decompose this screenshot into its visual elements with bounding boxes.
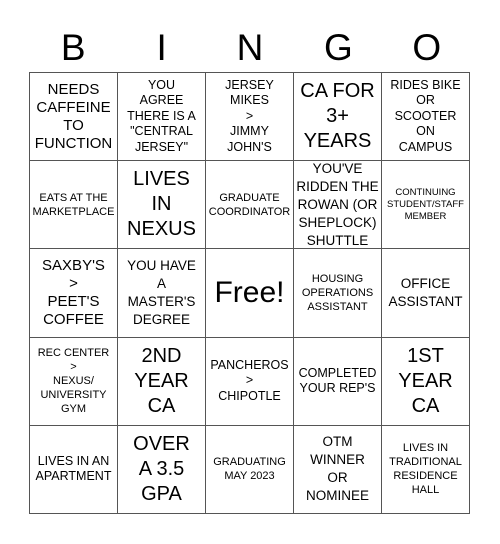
bingo-cell-label: LIVES IN TRADITIONAL RESIDENCE HALL	[389, 442, 462, 497]
bingo-cell-label: REC CENTER > NEXUS/ UNIVERSITY GYM	[37, 347, 110, 416]
bingo-cell-label: COMPLETED YOUR REP'S	[298, 365, 377, 396]
bingo-cell[interactable]: OTM WINNER OR NOMINEE	[294, 425, 382, 514]
bingo-cell[interactable]: OVER A 3.5 GPA	[118, 425, 206, 514]
bingo-cell-label: YOU'VE RIDDEN THE ROWAN (OR SHEPLOCK) SH…	[296, 161, 379, 248]
bingo-cell-label: YOU AGREE THERE IS A "CENTRAL JERSEY"	[127, 77, 196, 154]
bingo-header: B I N G O	[29, 26, 471, 70]
bingo-cell[interactable]: HOUSING OPERATIONS ASSISTANT	[294, 249, 382, 338]
bingo-cell-label: NEEDS CAFFEINE TO FUNCTION	[34, 80, 113, 152]
bingo-cell-label: EATS AT THE MARKETPLACE	[32, 191, 115, 218]
bingo-cell[interactable]: EATS AT THE MARKETPLACE	[30, 161, 118, 250]
bingo-cell-label: CONTINUING STUDENT/STAFF MEMBER	[387, 186, 464, 222]
bingo-cell[interactable]: GRADUATING MAY 2023	[206, 425, 294, 514]
bingo-cell[interactable]: YOU HAVE A MASTER'S DEGREE	[118, 249, 206, 338]
bingo-cell-label: YOU HAVE A MASTER'S DEGREE	[127, 257, 196, 327]
bingo-cell[interactable]: COMPLETED YOUR REP'S	[294, 337, 382, 426]
bingo-cell[interactable]: CONTINUING STUDENT/STAFF MEMBER	[382, 161, 470, 250]
bingo-cell-label: Free!	[214, 275, 285, 309]
bingo-cell[interactable]: LIVES IN AN APARTMENT	[30, 425, 118, 514]
bingo-cell-label: LIVES IN NEXUS	[127, 168, 196, 241]
free-space-cell[interactable]: Free!	[206, 249, 294, 338]
bingo-cell-label: OFFICE ASSISTANT	[388, 275, 463, 309]
bingo-cell[interactable]: LIVES IN NEXUS	[118, 161, 206, 250]
bingo-cell[interactable]: NEEDS CAFFEINE TO FUNCTION	[30, 73, 118, 162]
bingo-cell[interactable]: RIDES BIKE OR SCOOTER ON CAMPUS	[382, 73, 470, 162]
bingo-cell[interactable]: GRADUATE COORDINATOR	[206, 161, 294, 250]
header-letter-i: I	[156, 27, 167, 68]
bingo-cell[interactable]: 1ST YEAR CA	[382, 337, 470, 426]
bingo-cell[interactable]: PANCHEROS > CHIPOTLE	[206, 337, 294, 426]
bingo-cell[interactable]: YOU AGREE THERE IS A "CENTRAL JERSEY"	[118, 73, 206, 162]
bingo-cell-label: PANCHEROS > CHIPOTLE	[210, 357, 289, 403]
bingo-cell-label: CA FOR 3+ YEARS	[300, 80, 375, 153]
bingo-cell[interactable]: CA FOR 3+ YEARS	[294, 73, 382, 162]
bingo-cell-label: GRADUATING MAY 2023	[213, 456, 286, 483]
header-letter-n: N	[236, 27, 264, 68]
bingo-cell[interactable]: YOU'VE RIDDEN THE ROWAN (OR SHEPLOCK) SH…	[294, 161, 382, 250]
bingo-cell[interactable]: OFFICE ASSISTANT	[382, 249, 470, 338]
bingo-cell[interactable]: SAXBY'S > PEET'S COFFEE	[30, 249, 118, 338]
bingo-cell-label: RIDES BIKE OR SCOOTER ON CAMPUS	[390, 77, 461, 154]
header-letter-g: G	[324, 27, 353, 68]
bingo-cell-label: SAXBY'S > PEET'S COFFEE	[42, 256, 105, 328]
header-letter-b: B	[60, 27, 86, 68]
bingo-cell[interactable]: LIVES IN TRADITIONAL RESIDENCE HALL	[382, 425, 470, 514]
bingo-cell-label: 1ST YEAR CA	[398, 344, 453, 417]
bingo-board: NEEDS CAFFEINE TO FUNCTION YOU AGREE THER…	[29, 72, 470, 514]
header-letter-o: O	[412, 27, 442, 68]
bingo-cell[interactable]: JERSEY MIKES > JIMMY JOHN'S	[206, 73, 294, 162]
bingo-cell-label: JERSEY MIKES > JIMMY JOHN'S	[225, 77, 274, 154]
bingo-cell-label: OVER A 3.5 GPA	[133, 432, 190, 505]
bingo-cell-label: GRADUATE COORDINATOR	[208, 191, 291, 218]
bingo-cell-label: 2ND YEAR CA	[134, 344, 189, 417]
bingo-cell-label: LIVES IN AN APARTMENT	[35, 453, 112, 484]
bingo-cell-label: OTM WINNER OR NOMINEE	[305, 434, 369, 504]
bingo-cell[interactable]: REC CENTER > NEXUS/ UNIVERSITY GYM	[30, 337, 118, 426]
bingo-cell[interactable]: 2ND YEAR CA	[118, 337, 206, 426]
bingo-cell-label: HOUSING OPERATIONS ASSISTANT	[301, 272, 374, 313]
